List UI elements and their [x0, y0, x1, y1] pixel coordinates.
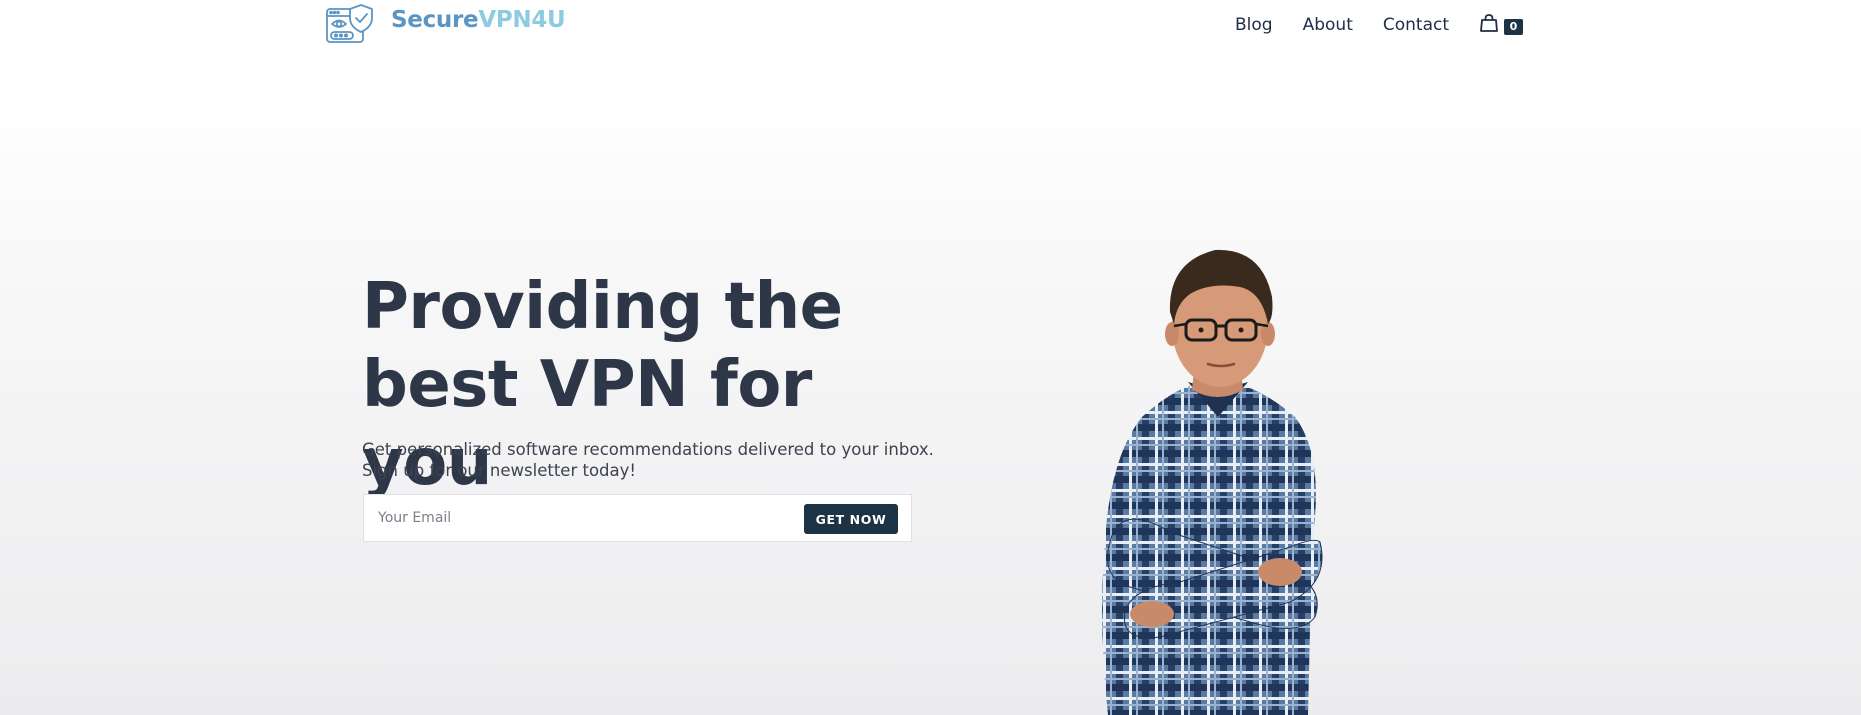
brand-name: SecureVPN4U: [391, 6, 566, 33]
cart-count-badge: 0: [1504, 19, 1523, 35]
person-arms-crossed-image: [1102, 249, 1323, 715]
brand-name-part2: VPN4U: [478, 6, 566, 33]
brand-name-part1: Secure: [391, 6, 479, 33]
hero-subtitle-line2: Sign up for our newsletter today!: [362, 461, 637, 480]
main-nav: Blog About Contact 0: [1205, 11, 1523, 39]
nav-link-contact[interactable]: Contact: [1383, 11, 1449, 39]
shopping-bag-icon: [1480, 14, 1498, 32]
cart-button[interactable]: 0: [1479, 11, 1523, 39]
browser-shield-icon: [326, 4, 373, 43]
email-input[interactable]: [364, 495, 794, 541]
nav-link-about[interactable]: About: [1303, 11, 1353, 39]
hero-title-line1: Providing the: [362, 270, 843, 344]
hero-subtitle-line1: Get personalized software recommendation…: [362, 440, 934, 459]
get-now-button[interactable]: GET NOW: [804, 504, 898, 534]
hero-subtitle: Get personalized software recommendation…: [362, 439, 962, 481]
nav-link-blog[interactable]: Blog: [1235, 11, 1273, 39]
newsletter-form: GET NOW: [363, 494, 912, 542]
brand-logo[interactable]: SecureVPN4U: [325, 3, 566, 45]
site-header: SecureVPN4U Blog About Contact 0: [0, 0, 1861, 52]
